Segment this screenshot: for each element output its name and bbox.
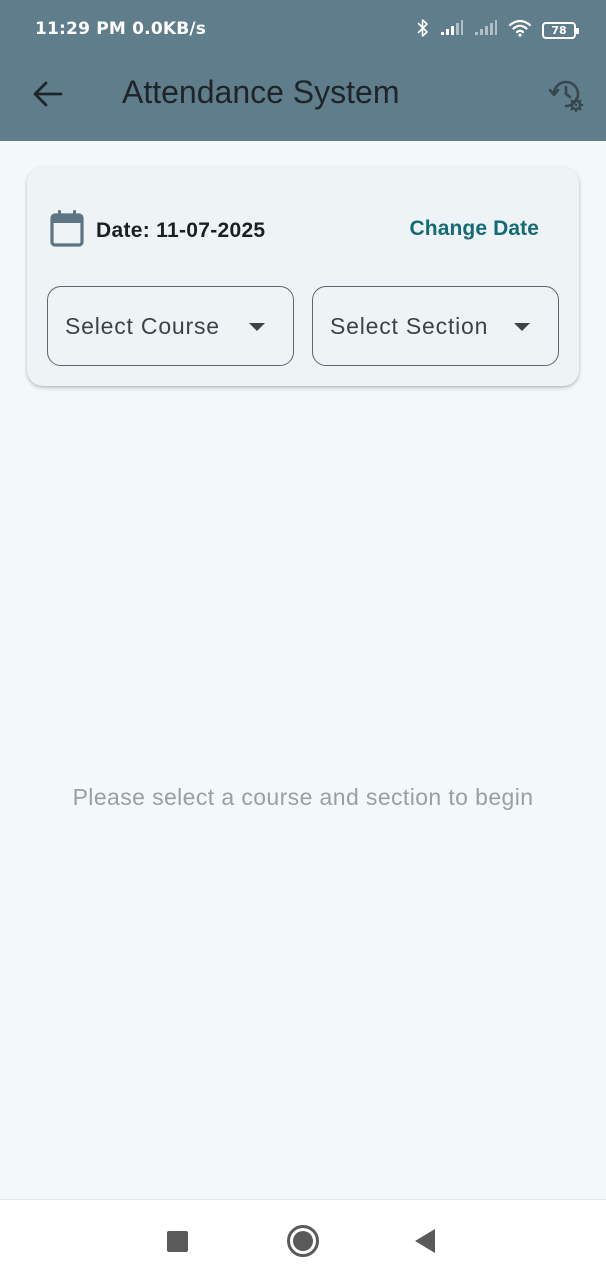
- system-nav-bar: [0, 1199, 606, 1280]
- filter-card: Date: 11-07-2025 Change Date Select Cour…: [27, 167, 579, 386]
- dropdown-arrow-icon: [514, 323, 530, 331]
- calendar-icon: [50, 209, 84, 252]
- wifi-icon: [508, 19, 532, 41]
- empty-state-message: Please select a course and section to be…: [72, 784, 534, 810]
- back-button[interactable]: [28, 76, 68, 116]
- dropdown-arrow-icon: [249, 323, 265, 331]
- selected-date: Date: 11-07-2025: [96, 218, 266, 242]
- status-time: 11:29 PM 0.0KB/s: [35, 19, 207, 39]
- bluetooth-icon: [416, 18, 430, 42]
- section-dropdown[interactable]: Select Section: [312, 286, 559, 366]
- course-dropdown[interactable]: Select Course: [47, 286, 294, 366]
- history-settings-button[interactable]: [544, 74, 588, 118]
- date-row: Date: 11-07-2025: [50, 209, 265, 252]
- change-date-button[interactable]: Change Date: [410, 217, 539, 241]
- back-icon[interactable]: [415, 1229, 435, 1253]
- status-bar: 11:29 PM 0.0KB/s 78: [0, 0, 606, 60]
- signal-icon: [440, 20, 464, 40]
- recents-icon[interactable]: [167, 1231, 188, 1252]
- arrow-left-icon: [33, 81, 63, 112]
- status-icons: 78: [416, 18, 579, 42]
- home-icon[interactable]: [287, 1225, 319, 1257]
- history-settings-icon: [548, 76, 584, 117]
- app-bar: Attendance System: [0, 60, 606, 141]
- course-dropdown-value: Select Course: [65, 312, 220, 339]
- page-title: Attendance System: [122, 74, 400, 110]
- section-dropdown-value: Select Section: [330, 312, 489, 339]
- battery-icon: 78: [542, 21, 579, 39]
- home-icon-inner: [293, 1231, 313, 1251]
- signal-icon: [474, 20, 498, 40]
